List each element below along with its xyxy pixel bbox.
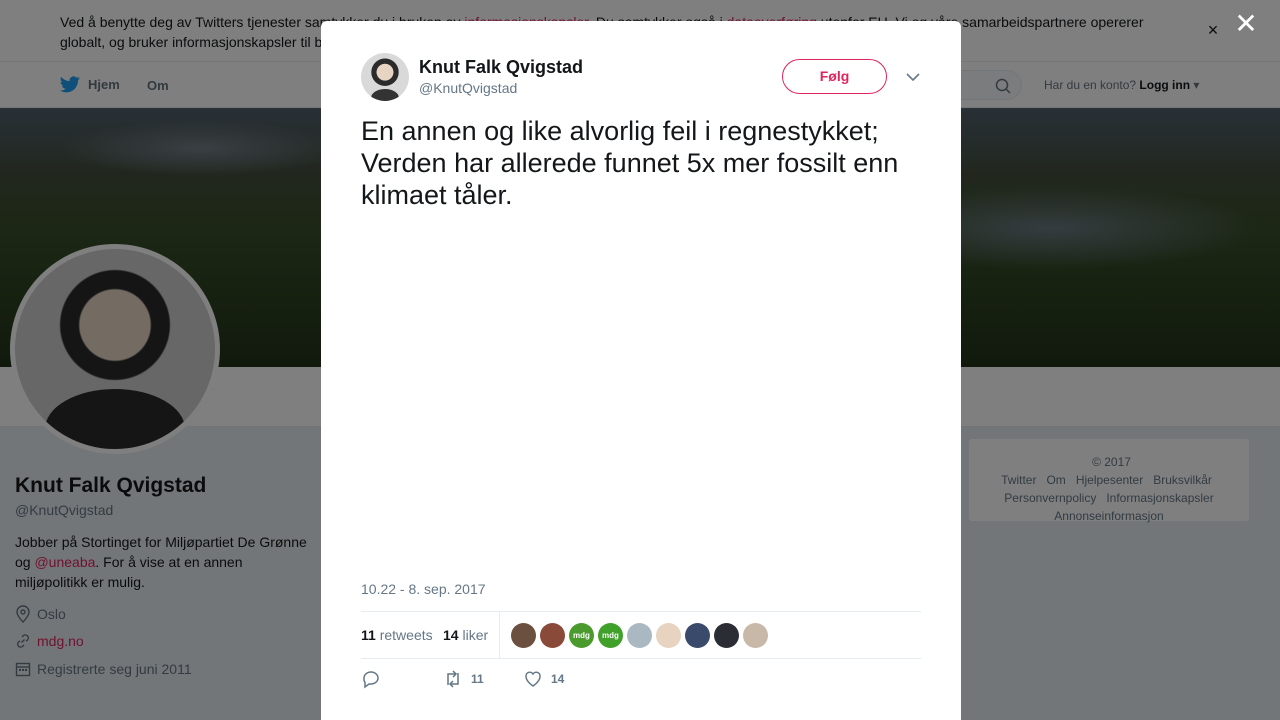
retweets-label: retweets — [379, 627, 433, 643]
liker-avatar[interactable] — [685, 623, 710, 648]
retweet-count: 11 — [471, 672, 484, 686]
heart-icon — [525, 671, 541, 687]
tweet-stats: 11 retweets 14 liker mdg mdg — [361, 611, 921, 659]
chevron-down-icon[interactable] — [903, 67, 923, 87]
liker-avatar[interactable]: mdg — [569, 623, 594, 648]
retweets-count: 11 — [361, 627, 376, 643]
tweet-modal: Knut Falk Qvigstad @KnutQvigstad Følg En… — [321, 21, 961, 720]
tweet-actions: 11 14 — [361, 669, 921, 693]
liker-avatar-default[interactable] — [627, 623, 652, 648]
like-button[interactable]: 14 — [523, 669, 564, 689]
liker-avatar[interactable] — [714, 623, 739, 648]
liker-avatar[interactable] — [656, 623, 681, 648]
follow-button[interactable]: Følg — [782, 59, 887, 94]
tweet-timestamp[interactable]: 10.22 - 8. sep. 2017 — [361, 581, 486, 597]
likes-stat[interactable]: 14 liker — [443, 627, 488, 643]
liker-avatar[interactable] — [540, 623, 565, 648]
author-avatar[interactable] — [361, 53, 409, 101]
author-name[interactable]: Knut Falk Qvigstad — [419, 57, 583, 78]
stats-divider — [499, 612, 500, 659]
tweet-text: En annen og like alvorlig feil i regnest… — [361, 116, 899, 210]
liker-avatar[interactable] — [511, 623, 536, 648]
retweet-button[interactable]: 11 — [443, 669, 484, 689]
likes-label: liker — [462, 627, 489, 643]
author-handle[interactable]: @KnutQvigstad — [419, 80, 517, 96]
retweet-icon — [447, 670, 459, 688]
reply-button[interactable] — [361, 669, 389, 689]
like-count: 14 — [551, 672, 565, 686]
reply-icon — [363, 671, 379, 689]
retweets-stat[interactable]: 11 retweets — [361, 627, 433, 643]
liker-avatar[interactable]: mdg — [598, 623, 623, 648]
likers-avatars: mdg mdg — [511, 623, 772, 648]
close-modal-icon[interactable]: ✕ — [1232, 10, 1260, 38]
likes-count: 14 — [443, 627, 459, 643]
liker-avatar[interactable] — [743, 623, 768, 648]
